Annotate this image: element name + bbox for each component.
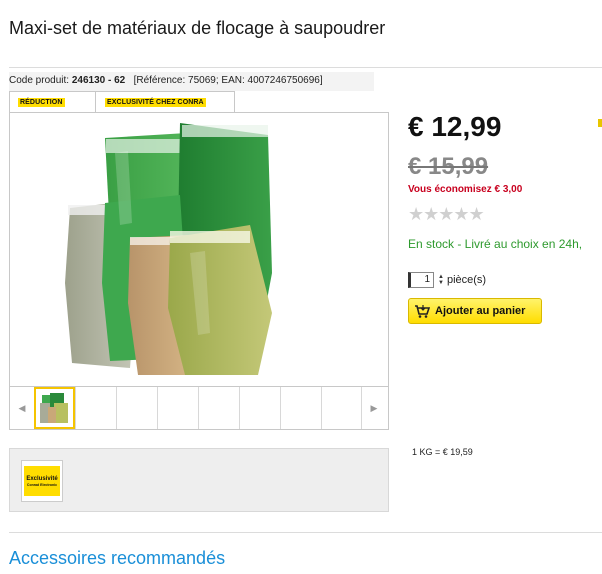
quantity-row: 1 ▲ ▼ pièce(s)	[408, 272, 486, 288]
thumbnail-2[interactable]	[75, 387, 116, 429]
chevron-left-icon[interactable]: ◀	[10, 387, 34, 429]
accessories-heading[interactable]: Accessoires recommandés	[9, 548, 225, 569]
exclusivity-logo-panel: Exclusivité Conrad Electronic	[9, 448, 389, 512]
add-to-cart-label: Ajouter au panier	[435, 305, 526, 317]
thumbnail-7[interactable]	[280, 387, 321, 429]
chevron-down-icon[interactable]: ▼	[438, 280, 444, 286]
thumbnail-image-icon	[40, 393, 68, 423]
rating-stars[interactable]: ★★★★★	[408, 204, 485, 225]
exclusivity-logo[interactable]: Exclusivité Conrad Electronic	[21, 460, 63, 502]
product-image[interactable]	[9, 112, 389, 387]
quantity-unit: pièce(s)	[446, 274, 487, 286]
thumbnail-6[interactable]	[239, 387, 280, 429]
divider	[9, 67, 602, 68]
stock-status: En stock - Livré au choix en 24h,	[408, 237, 583, 251]
product-codes: Code produit: 246130 - 62 [Référence: 75…	[9, 72, 374, 91]
reference-text: [Référence: 75069; EAN: 4007246750696]	[133, 75, 323, 86]
thumbnail-8[interactable]	[321, 387, 362, 429]
badge-exclusivite: EXCLUSIVITÉ CHEZ CONRA	[105, 97, 206, 107]
badge-tabs: RÉDUCTION EXCLUSIVITÉ CHEZ CONRA	[9, 91, 235, 112]
thumbnail-4[interactable]	[157, 387, 198, 429]
edge-marker	[598, 119, 602, 127]
code-label: Code produit:	[9, 75, 70, 86]
thumbnail-1[interactable]	[34, 387, 75, 429]
product-title: Maxi-set de matériaux de flocage à saupo…	[9, 18, 386, 38]
chevron-right-icon[interactable]: ▶	[362, 387, 386, 429]
thumbnail-strip: ◀ ▶	[9, 387, 389, 430]
quantity-stepper[interactable]: ▲ ▼	[438, 274, 444, 286]
savings-text: Vous économisez € 3,00	[408, 184, 523, 195]
thumbnail-3[interactable]	[116, 387, 157, 429]
current-price: € 12,99	[408, 111, 502, 142]
thumbnail-5[interactable]	[198, 387, 239, 429]
quantity-input[interactable]: 1	[408, 272, 434, 288]
add-to-cart-button[interactable]: Ajouter au panier	[408, 298, 542, 324]
cart-icon	[409, 304, 435, 318]
code-value: 246130 - 62	[71, 75, 126, 86]
unit-price: 1 KG = € 19,59	[412, 447, 473, 457]
badge-reduction: RÉDUCTION	[10, 92, 96, 112]
old-price: € 15,99	[408, 153, 489, 180]
product-photo-icon	[65, 123, 272, 375]
divider	[9, 532, 602, 533]
